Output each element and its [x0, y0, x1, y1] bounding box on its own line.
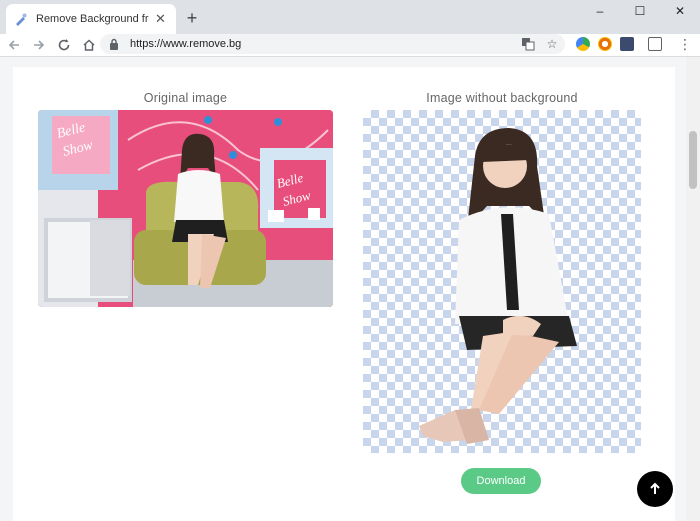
forward-button[interactable] [28, 34, 50, 56]
download-button[interactable]: Download [461, 468, 541, 494]
extension-1-icon[interactable] [576, 37, 590, 51]
home-button[interactable] [78, 34, 100, 56]
browser-toolbar: https://www.remove.bg ☆ ⋮ [0, 34, 700, 56]
result-card: Original image Image without background … [13, 67, 675, 521]
result-image [363, 110, 641, 453]
arrow-up-icon [650, 482, 660, 494]
result-image-label: Image without background [426, 91, 578, 105]
reload-button[interactable] [53, 34, 75, 56]
reload-icon [58, 39, 70, 51]
new-tab-button[interactable]: + [182, 8, 202, 28]
extension-3-icon[interactable] [620, 37, 634, 51]
back-button[interactable] [3, 34, 25, 56]
original-image: Belle Show Belle Show [38, 110, 333, 307]
original-image-label: Original image [143, 91, 228, 105]
tab-strip: Remove Background from Ima ✕ + – ☐ ✕ [0, 0, 700, 34]
home-icon [83, 39, 95, 51]
maximize-button[interactable]: ☐ [620, 0, 660, 22]
tab-close-icon[interactable]: ✕ [153, 11, 168, 27]
url-text: https://www.remove.bg [130, 38, 242, 50]
extension-icons [576, 37, 662, 51]
arrow-left-icon [8, 40, 19, 50]
tab-title: Remove Background from Ima [36, 13, 149, 25]
extension-2-icon[interactable] [598, 37, 612, 51]
close-window-button[interactable]: ✕ [660, 0, 700, 22]
browser-menu-icon[interactable]: ⋮ [678, 36, 692, 53]
minimize-button[interactable]: – [580, 0, 620, 22]
address-bar[interactable]: https://www.remove.bg ☆ [100, 34, 565, 54]
page-viewport: Original image Image without background … [0, 56, 700, 521]
remove-bg-favicon-icon [14, 12, 28, 26]
lock-icon[interactable] [108, 38, 120, 50]
browser-tab[interactable]: Remove Background from Ima ✕ [6, 4, 176, 34]
scroll-to-top-button[interactable] [637, 471, 673, 507]
page-scrollbar[interactable] [686, 57, 700, 521]
extension-4-icon[interactable] [648, 37, 662, 51]
window-controls: – ☐ ✕ [580, 0, 700, 22]
translate-icon[interactable] [521, 37, 535, 51]
bookmark-star-icon[interactable]: ☆ [545, 37, 559, 51]
scrollbar-thumb[interactable] [689, 131, 697, 189]
arrow-right-icon [34, 40, 45, 50]
